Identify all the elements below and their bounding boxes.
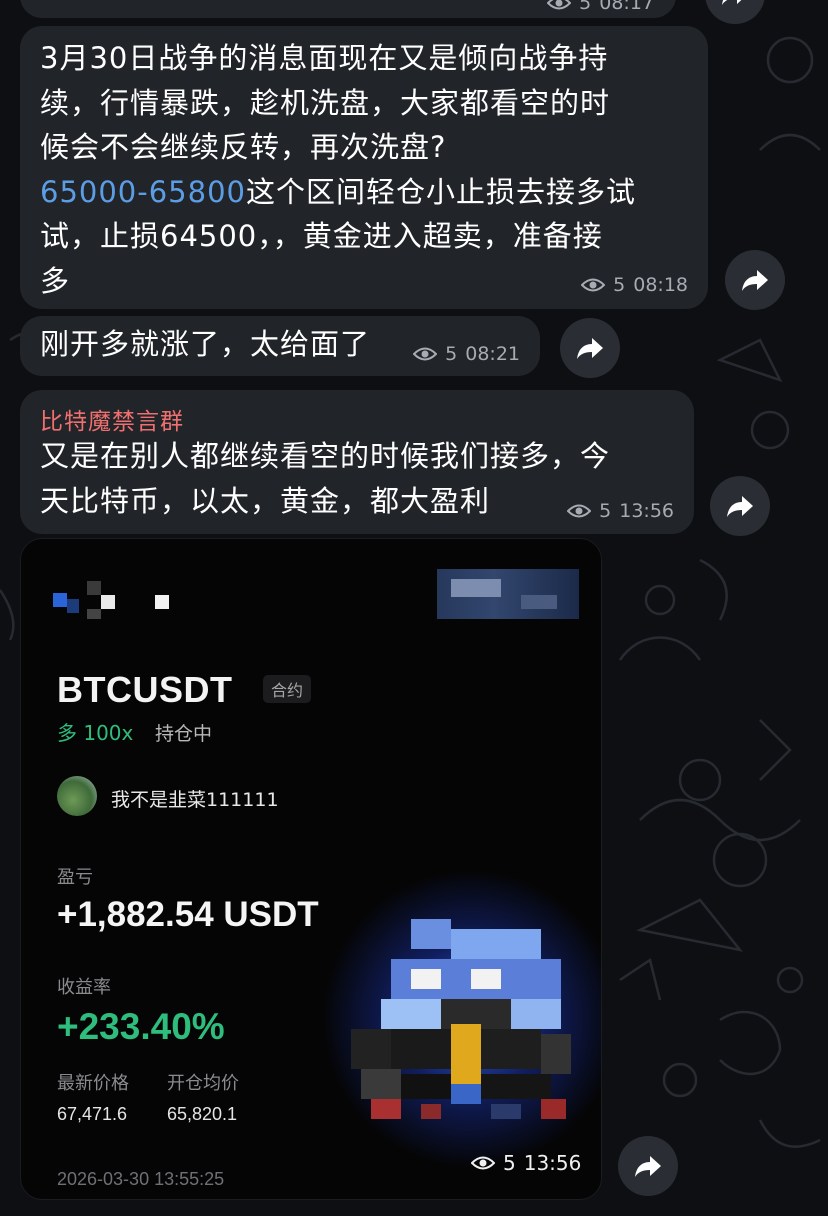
forward-button[interactable] bbox=[618, 1136, 678, 1196]
text-line: 天比特币，以太，黄金，都大盈利 bbox=[40, 483, 491, 518]
message-text: 又是在别人都继续看空的时候我们接多，今 天比特币，以太，黄金，都大盈利 bbox=[40, 434, 610, 523]
message-meta: 5 08:17 bbox=[547, 0, 654, 14]
pixelated-logo bbox=[87, 581, 101, 595]
message-bubble: 比特魔禁言群 又是在别人都继续看空的时候我们接多，今 天比特币，以太，黄金，都大… bbox=[20, 390, 694, 534]
trade-timestamp: 2026-03-30 13:55:25 bbox=[57, 1169, 225, 1189]
forward-button[interactable] bbox=[560, 318, 620, 378]
trade-screenshot-card[interactable]: BTCUSDT 合约 多 100x 持仓中 我不是韭菜111111 盈亏 +1,… bbox=[20, 538, 602, 1200]
pnl-label: 盈亏 bbox=[57, 867, 93, 888]
text-line: 试，止损64500，，黄金进入超卖，准备接 bbox=[40, 219, 603, 253]
message-time: 13:56 bbox=[523, 1151, 582, 1175]
message-time: 13:56 bbox=[619, 500, 674, 522]
views-count: 5 bbox=[613, 274, 626, 296]
last-price-label: 最新价格 bbox=[57, 1073, 129, 1094]
forward-icon bbox=[727, 496, 753, 517]
sender-name[interactable]: 比特魔禁言群 bbox=[40, 402, 184, 436]
text-line: 又是在别人都继续看空的时候我们接多，今 bbox=[40, 439, 611, 473]
username: 我不是韭菜111111 bbox=[111, 789, 279, 811]
message-time: 08:17 bbox=[599, 0, 654, 14]
avatar bbox=[57, 776, 97, 816]
forward-icon bbox=[577, 338, 603, 359]
roi-value: +233.40% bbox=[57, 1006, 225, 1047]
message-text: 刚开多就涨了，太给面了 bbox=[40, 327, 371, 361]
roi-label: 收益率 bbox=[57, 977, 111, 998]
views-count: 5 bbox=[445, 343, 458, 365]
message-meta: 5 08:18 bbox=[581, 274, 688, 296]
entry-price-value: 65,820.1 bbox=[167, 1104, 238, 1124]
message-meta: 5 08:21 bbox=[413, 343, 520, 365]
trade-symbol: BTCUSDT bbox=[57, 669, 233, 710]
views-icon bbox=[581, 278, 606, 292]
forward-button[interactable] bbox=[725, 250, 785, 310]
views-icon bbox=[567, 504, 592, 518]
text-line: 多 bbox=[40, 263, 71, 298]
position-side: 多 100x bbox=[57, 721, 134, 745]
text-line: 续，行情暴跌，趁机洗盘，大家都看空的时 bbox=[40, 85, 611, 120]
views-icon bbox=[471, 1156, 495, 1170]
views-icon bbox=[547, 0, 572, 10]
forward-icon bbox=[722, 0, 742, 5]
message-bubble-partial: 5 08:17 bbox=[20, 0, 676, 18]
message-meta: 5 13:56 bbox=[471, 1151, 581, 1175]
pixelated-logo bbox=[155, 595, 169, 609]
pixelated-qr bbox=[521, 595, 557, 609]
pnl-value: +1,882.54 USDT bbox=[57, 895, 319, 934]
views-count: 5 bbox=[503, 1151, 516, 1175]
message-text: 3月30日战争的消息面现在又是倾向战争持 续，行情暴跌，趁机洗盘，大家都看空的时… bbox=[40, 36, 636, 303]
position-status: 持仓中 bbox=[155, 723, 213, 745]
pixelated-logo bbox=[67, 599, 79, 613]
text-line: 3月30日战争的消息面现在又是倾向战争持 bbox=[40, 41, 609, 75]
forward-icon bbox=[635, 1156, 661, 1177]
message-bubble: 3月30日战争的消息面现在又是倾向战争持 续，行情暴跌，趁机洗盘，大家都看空的时… bbox=[20, 26, 708, 309]
text-line: 65000-65800这个区间轻仓小止损去接多试 bbox=[40, 170, 636, 215]
pixelated-qr bbox=[451, 579, 501, 597]
pixelated-mascot bbox=[351, 919, 571, 1119]
views-count: 5 bbox=[599, 500, 612, 522]
pixelated-logo bbox=[53, 593, 67, 607]
views-icon bbox=[413, 347, 438, 361]
message-time: 08:21 bbox=[465, 343, 520, 365]
contract-tag: 合约 bbox=[263, 675, 312, 703]
message-meta: 5 13:56 bbox=[567, 500, 674, 522]
last-price-value: 67,471.6 bbox=[57, 1104, 128, 1124]
text-span: 这个区间轻仓小止损去接多试 bbox=[245, 174, 636, 209]
pixelated-logo bbox=[101, 595, 115, 609]
message-time: 08:18 bbox=[633, 274, 688, 296]
text-line: 候会不会继续反转，再次洗盘? bbox=[40, 130, 447, 164]
views-count: 5 bbox=[579, 0, 592, 14]
entry-price-label: 开仓均价 bbox=[167, 1073, 239, 1094]
pixelated-logo bbox=[87, 609, 101, 619]
forward-button[interactable] bbox=[710, 476, 770, 536]
forward-icon bbox=[742, 270, 768, 291]
price-range-link[interactable]: 65000-65800 bbox=[40, 175, 246, 209]
message-bubble: 刚开多就涨了，太给面了 5 08:21 bbox=[20, 316, 540, 376]
